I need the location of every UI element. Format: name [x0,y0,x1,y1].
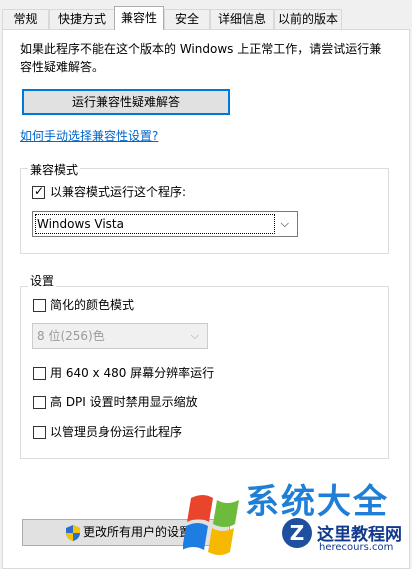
intro-text: 如果此程序不能在这个版本的 Windows 上正常工作，请尝试运行兼容性疑难解答… [20,42,382,74]
watermark-site-name: 系统大全 [245,482,389,522]
chevron-down-icon: ⌵ [280,217,289,230]
compat-os-value: Windows Vista [37,217,124,231]
manual-settings-link[interactable]: 如何手动选择兼容性设置? [20,127,158,144]
run-as-admin-label: 以管理员身份运行此程序 [50,425,183,439]
watermark-domain: herecours.com [319,542,394,553]
watermark-badge: Z [282,518,312,548]
tab-previous-versions[interactable]: 以前的版本 [274,9,342,29]
change-all-users-label: 更改所有用户的设置 [83,525,192,539]
checkmark-icon: ✓ [34,184,45,198]
tab-details[interactable]: 详细信息 [210,9,274,29]
tab-security[interactable]: 安全 [164,9,210,29]
tab-shortcut[interactable]: 快捷方式 [49,9,115,29]
run-troubleshooter-button[interactable]: 运行兼容性疑难解答 [22,89,230,115]
run-as-admin-checkbox[interactable] [33,426,46,439]
compat-mode-title: 兼容模式 [28,161,81,178]
dpi-scaling-label: 高 DPI 设置时禁用显示缩放 [50,395,198,409]
tab-general[interactable]: 常规 [2,9,49,29]
reduced-color-checkbox[interactable] [33,299,46,312]
shield-icon [65,524,81,551]
watermark: 系统大全 Z 这里教程网 herecours.com [183,478,412,561]
compat-os-select[interactable]: Windows Vista ⌵ [32,211,298,237]
tab-strip: 常规 快捷方式 兼容性 安全 详细信息 以前的版本 [0,6,412,30]
chevron-down-icon: ⌵ [190,329,199,342]
compat-mode-label: 以兼容模式运行这个程序: [50,185,187,199]
dpi-scaling-checkbox[interactable] [33,396,46,409]
compat-mode-checkbox[interactable]: ✓ [32,184,45,199]
low-res-label: 用 640 x 480 屏幕分辨率运行 [50,366,215,380]
tab-compatibility[interactable]: 兼容性 [114,6,164,30]
color-depth-value: 8 位(256)色 [37,329,105,343]
reduced-color-label: 简化的颜色模式 [50,298,135,312]
settings-title: 设置 [28,272,57,289]
low-res-checkbox[interactable] [33,367,46,380]
color-depth-select[interactable]: 8 位(256)色 ⌵ [32,323,208,349]
